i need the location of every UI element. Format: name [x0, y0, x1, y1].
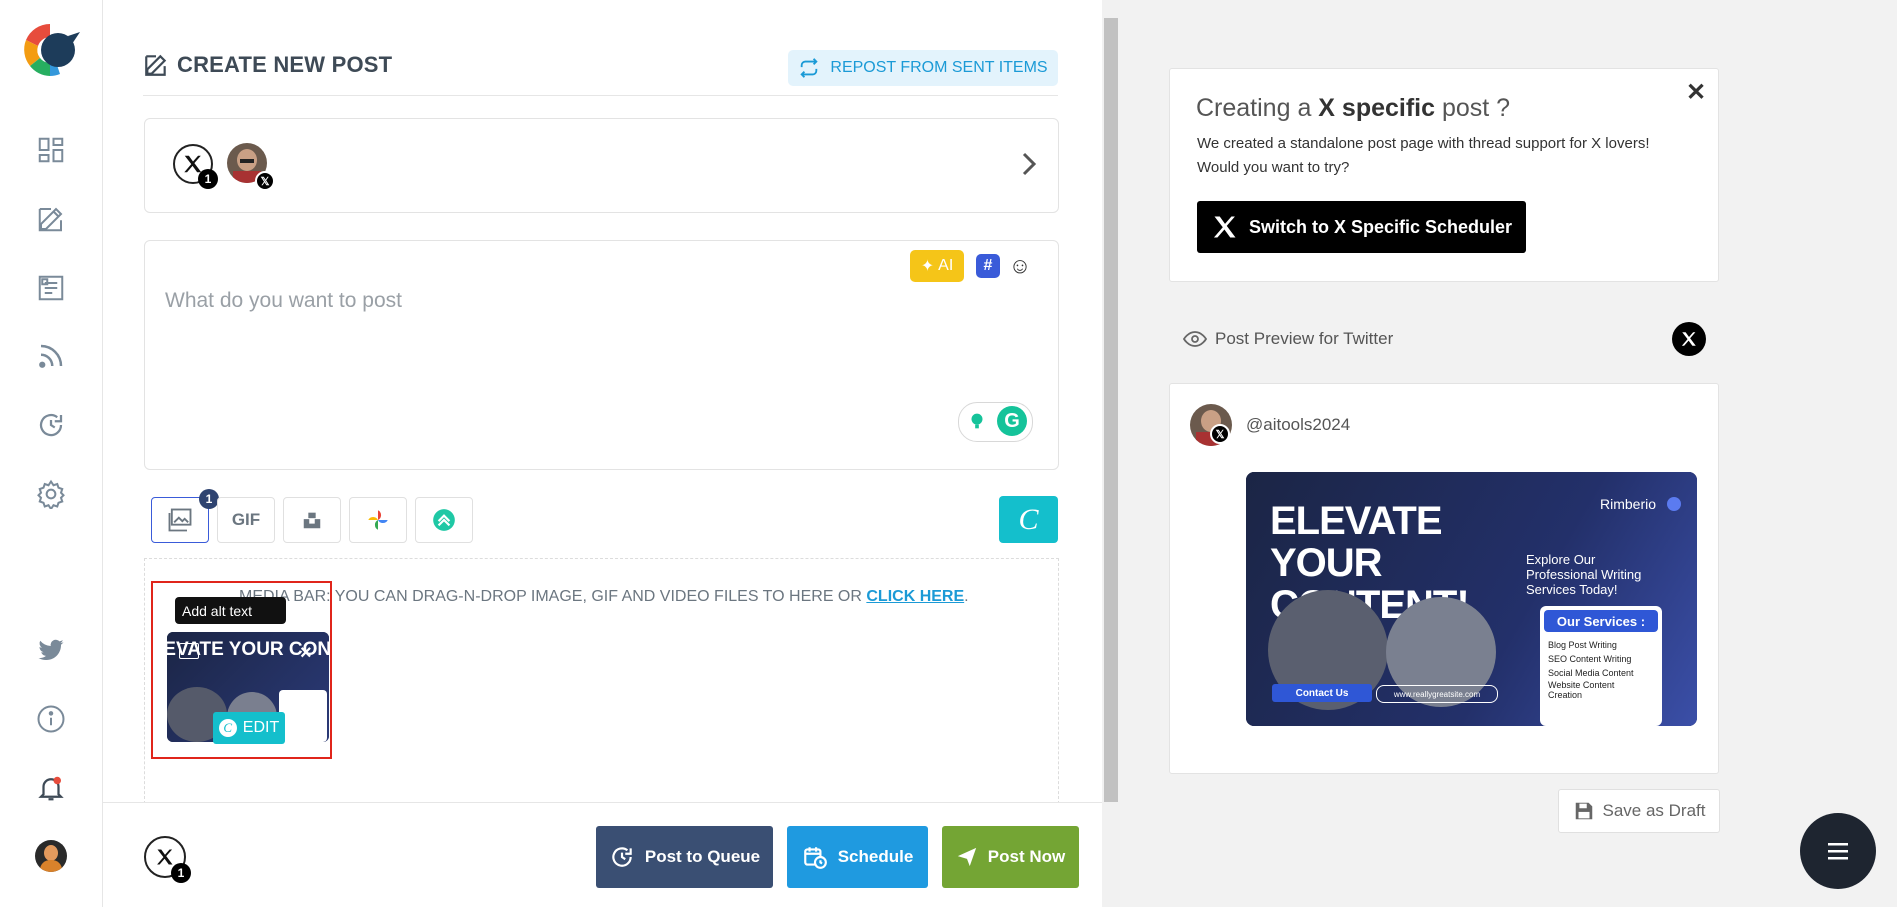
- services-list: Blog Post Writing SEO Content Writing So…: [1548, 638, 1638, 700]
- preview-image-brand: Rimberio: [1600, 496, 1657, 512]
- switch-to-x-scheduler-button[interactable]: Switch to X Specific Scheduler: [1197, 201, 1526, 253]
- compose-icon: [145, 54, 167, 76]
- media-bar-suffix: .: [964, 588, 969, 605]
- preview-header: Post Preview for Twitter: [1183, 329, 1393, 349]
- lightbulb-icon: [962, 406, 992, 436]
- preview-image[interactable]: ELEVATE YOUR CONTENT! Rimberio Explore O…: [1246, 472, 1697, 726]
- remove-media-icon[interactable]: ×: [300, 642, 312, 665]
- account-selector[interactable]: 1 𝕏: [144, 118, 1059, 213]
- repost-from-sent-button[interactable]: REPOST FROM SENT ITEMS: [788, 50, 1058, 86]
- switch-label: Switch to X Specific Scheduler: [1248, 216, 1513, 237]
- ai-assist-button[interactable]: ✦ AI: [910, 250, 964, 282]
- sparkle-icon: ✦: [920, 258, 935, 275]
- x-account-count-badge: 1: [198, 169, 218, 189]
- calendar-clock-icon: [803, 847, 827, 869]
- posts-icon[interactable]: [35, 272, 67, 304]
- drive-import-button[interactable]: [415, 497, 473, 543]
- repost-icon: [800, 58, 819, 78]
- x-small-icon: 𝕏: [255, 171, 275, 191]
- services-title: Our Services :: [1544, 610, 1658, 632]
- x-promo-title-bold: X specific: [1318, 94, 1436, 122]
- services-panel: Our Services : Blog Post Writing SEO Con…: [1540, 606, 1662, 726]
- draft-label: Save as Draft: [1602, 801, 1706, 820]
- canva-icon: C: [218, 719, 237, 737]
- preview-image-url: www.reallygreatsite.com: [1376, 685, 1498, 703]
- media-bar-text: MEDIA BAR: YOU CAN DRAG-N-DROP IMAGE, GI…: [239, 588, 867, 605]
- media-bar-instructions: MEDIA BAR: YOU CAN DRAG-N-DROP IMAGE, GI…: [239, 588, 969, 606]
- post-to-queue-button[interactable]: Post to Queue: [596, 826, 773, 888]
- dashboard-icon[interactable]: [35, 134, 67, 166]
- user-avatar[interactable]: [35, 840, 67, 872]
- post-text-placeholder[interactable]: What do you want to post: [165, 289, 402, 313]
- grammarly-widget[interactable]: G: [958, 402, 1033, 442]
- sidebar: [0, 0, 103, 907]
- repost-label: REPOST FROM SENT ITEMS: [830, 59, 1048, 76]
- arrow-up-circle-icon: [433, 509, 455, 531]
- preview-handle: @aitools2024: [1246, 415, 1351, 434]
- settings-icon[interactable]: [35, 478, 67, 510]
- notification-bell-icon[interactable]: [35, 772, 67, 804]
- x-promo-title-pre: Creating a: [1196, 94, 1319, 122]
- x-promo-title: Creating a X specific post ?: [1196, 94, 1510, 123]
- schedule-button[interactable]: Schedule: [787, 826, 928, 888]
- preview-image-subtext: Explore Our Professional Writing Service…: [1526, 552, 1642, 597]
- unsplash-button[interactable]: [283, 497, 341, 543]
- alt-text-icon[interactable]: [179, 643, 199, 659]
- app-logo[interactable]: [20, 20, 80, 80]
- eye-icon: [1183, 331, 1207, 347]
- close-icon[interactable]: ✕: [1686, 78, 1706, 107]
- queue-icon: [612, 847, 632, 867]
- x-promo-title-post: post ?: [1435, 94, 1511, 122]
- x-account-count-badge: 1: [171, 863, 191, 883]
- alt-text-tooltip: Add alt text: [175, 597, 286, 624]
- rss-icon[interactable]: [35, 340, 67, 372]
- queue-label: Post to Queue: [644, 847, 761, 866]
- service-item: Blog Post Writing: [1548, 640, 1617, 650]
- x-platform-icon[interactable]: [1672, 322, 1706, 356]
- gif-button[interactable]: GIF: [217, 497, 275, 543]
- post-now-label: Post Now: [987, 847, 1066, 866]
- scrollbar-thumb[interactable]: [1104, 18, 1118, 802]
- save-icon: [1575, 802, 1592, 820]
- x-promo-description: We created a standalone post page with t…: [1197, 135, 1650, 176]
- edit-in-canva-button[interactable]: C EDIT: [213, 712, 285, 744]
- canva-button[interactable]: C: [999, 496, 1058, 543]
- google-photos-button[interactable]: [349, 497, 407, 543]
- unsplash-icon: [303, 512, 321, 529]
- page-title: CREATE NEW POST: [143, 52, 392, 78]
- google-photos-icon: [368, 510, 388, 530]
- menu-fab[interactable]: [1800, 813, 1876, 889]
- click-here-link[interactable]: CLICK HERE: [866, 588, 964, 605]
- service-item: Social Media Content: [1548, 668, 1634, 678]
- x-small-icon: 𝕏: [1210, 424, 1230, 444]
- ai-label: AI: [938, 257, 954, 274]
- grammarly-icon: G: [997, 406, 1027, 436]
- post-now-button[interactable]: Post Now: [942, 826, 1079, 888]
- page-title-text: CREATE NEW POST: [177, 52, 393, 77]
- queue-history-icon[interactable]: [35, 409, 67, 441]
- schedule-label: Schedule: [837, 847, 914, 866]
- emoji-icon[interactable]: ☺: [1008, 253, 1032, 278]
- save-as-draft-button[interactable]: Save as Draft: [1558, 789, 1720, 833]
- hamburger-icon: [1828, 843, 1848, 860]
- preview-image-contact: Contact Us: [1272, 684, 1372, 702]
- brand-dot: [1667, 497, 1681, 511]
- service-item: Website Content Creation: [1548, 680, 1615, 700]
- preview-label-text: Post Preview for Twitter: [1215, 329, 1394, 348]
- image-count-badge: 1: [199, 489, 219, 509]
- twitter-icon[interactable]: [35, 634, 67, 666]
- info-icon[interactable]: [35, 703, 67, 735]
- service-item: SEO Content Writing: [1548, 654, 1632, 664]
- divider: [143, 95, 1058, 96]
- hashtag-button[interactable]: #: [976, 254, 1000, 278]
- chevron-right-icon[interactable]: [1019, 149, 1039, 187]
- x-logo-icon: [1213, 216, 1236, 238]
- edit-label: EDIT: [242, 719, 280, 736]
- compose-icon[interactable]: [35, 203, 67, 235]
- send-icon: [957, 847, 976, 867]
- image-icon: [168, 508, 192, 532]
